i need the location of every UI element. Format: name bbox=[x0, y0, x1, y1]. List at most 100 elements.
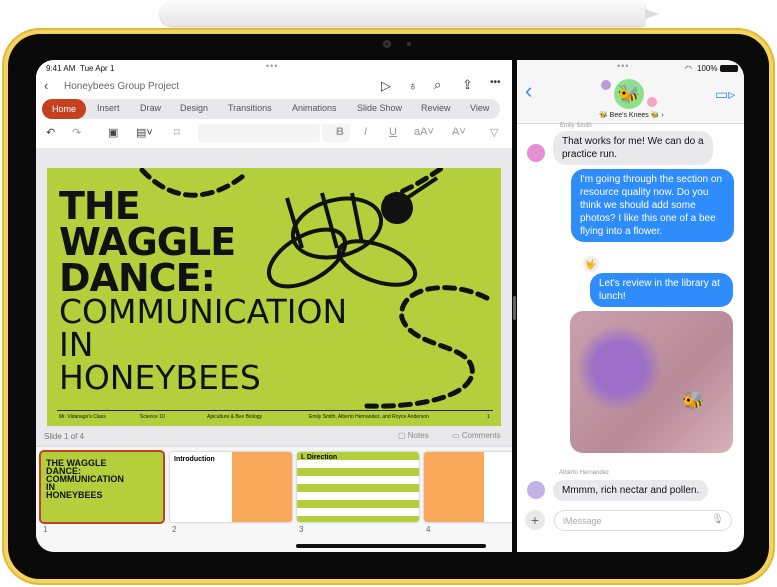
format-painter-icon[interactable]: ⌑ bbox=[174, 126, 180, 139]
thumbnail-2-title: Introduction bbox=[174, 456, 215, 463]
footer-class: Mr. Vidanage's Class bbox=[59, 414, 106, 420]
tab-home[interactable]: Home bbox=[42, 99, 86, 119]
group-name-text: Bee's Knees bbox=[609, 112, 649, 119]
photo-bee-flower[interactable]: 🐝 bbox=[570, 311, 733, 453]
footer-subject: Science 10 bbox=[140, 414, 165, 420]
notes-icon: ▢ bbox=[398, 431, 408, 440]
notes-button[interactable]: ▢ Notes bbox=[398, 431, 429, 440]
split-view-handle[interactable] bbox=[513, 296, 516, 320]
thumbnail-3[interactable]: I. Direction bbox=[297, 452, 419, 522]
thumbnail-number: 3 bbox=[299, 525, 304, 534]
tab-design[interactable]: Design bbox=[180, 103, 208, 113]
reaction-icon: 🤟 bbox=[583, 256, 599, 272]
avatar-alberto bbox=[527, 481, 545, 499]
new-slide-icon[interactable]: ▣ bbox=[108, 126, 118, 139]
group-avatar[interactable]: 🐝 bbox=[614, 79, 644, 109]
avatar-emily bbox=[527, 144, 545, 162]
play-icon[interactable]: ▷ bbox=[381, 78, 391, 94]
apple-pencil bbox=[160, 2, 659, 26]
thumbnail-number: 2 bbox=[172, 525, 177, 534]
tab-transitions[interactable]: Transitions bbox=[228, 103, 272, 113]
tab-view[interactable]: View bbox=[470, 103, 489, 113]
wifi-icon: ◠ bbox=[685, 64, 692, 73]
slide-subtitle-line-2: IN bbox=[59, 325, 94, 364]
multitask-dots[interactable]: ••• bbox=[266, 61, 278, 71]
thumbnail-4[interactable] bbox=[424, 452, 512, 522]
slide-footer: Mr. Vidanage's Class Science 10 Apicultu… bbox=[57, 410, 493, 420]
underline-icon[interactable]: U bbox=[389, 126, 397, 138]
message-bubble[interactable]: That works for me! We can do a practice … bbox=[553, 131, 713, 165]
notes-label: Notes bbox=[407, 431, 429, 440]
message-input[interactable]: iMessage 🎙 bbox=[554, 510, 732, 531]
status-date: Tue Apr 1 bbox=[80, 64, 115, 73]
sender-name: Alberto Hernandez bbox=[559, 470, 610, 476]
font-color-icon[interactable]: A˅ bbox=[452, 126, 466, 138]
slide-title-line-3: DANCE: bbox=[59, 256, 216, 300]
comments-label: Comments bbox=[461, 431, 501, 440]
sender-name: Emily Smith bbox=[560, 123, 592, 129]
font-name-field[interactable] bbox=[198, 124, 320, 142]
font-size-icon[interactable]: aA˅ bbox=[414, 126, 434, 138]
thumbnail-4-panel bbox=[424, 452, 484, 522]
battery-level: 100% bbox=[697, 64, 718, 73]
thumbnail-1-title: THE WAGGLE DANCE: COMMUNICATION IN HONEY… bbox=[46, 458, 124, 500]
layout-icon[interactable]: ▤˅ bbox=[136, 126, 153, 139]
video-call-icon[interactable]: ▭▹ bbox=[715, 86, 735, 103]
footer-authors: Emily Smith, Alberto Hernandez, and Royc… bbox=[309, 414, 429, 420]
powerpoint-app: 9:41 AM Tue Apr 1 ••• ‹ Honeybees Group … bbox=[36, 60, 512, 552]
slide-title-line-2: WAGGLE bbox=[59, 220, 236, 264]
thumbnail-number: 4 bbox=[426, 525, 431, 534]
search-icon[interactable]: ⌕ bbox=[434, 77, 441, 93]
message-input-placeholder: iMessage bbox=[563, 516, 602, 526]
tab-draw[interactable]: Draw bbox=[140, 103, 161, 113]
document-title[interactable]: Honeybees Group Project bbox=[64, 81, 179, 92]
tab-review[interactable]: Review bbox=[421, 103, 451, 113]
bee-in-photo: 🐝 bbox=[682, 391, 705, 411]
dashed-path-top bbox=[139, 168, 250, 198]
thumbnail-1[interactable]: THE WAGGLE DANCE: COMMUNICATION IN HONEY… bbox=[39, 450, 165, 524]
ribbon-tabs: Home Insert Draw Design Transitions Anim… bbox=[42, 99, 500, 119]
member-avatar bbox=[601, 80, 611, 90]
status-time: 9:41 AM bbox=[46, 64, 76, 73]
message-bubble[interactable]: Let's review in the library at lunch! bbox=[590, 273, 733, 307]
more-icon[interactable]: ••• bbox=[490, 77, 501, 88]
dashed-path-right bbox=[364, 285, 490, 409]
tab-insert[interactable]: Insert bbox=[97, 103, 120, 113]
thumbnail-3-title: I. Direction bbox=[301, 454, 338, 461]
bee-body bbox=[290, 196, 384, 260]
slide-subtitle-line-3: HONEYBEES bbox=[59, 358, 261, 397]
comment-icon: ▭ bbox=[452, 431, 462, 440]
tab-animations[interactable]: Animations bbox=[292, 103, 337, 113]
share-icon[interactable]: ⇪ bbox=[462, 77, 473, 93]
member-avatar bbox=[647, 97, 657, 107]
footer-topic: Apiculture & Bee Biology bbox=[207, 414, 263, 420]
sensor-icon bbox=[407, 42, 411, 46]
home-indicator bbox=[296, 544, 486, 548]
slide-title-line-1: THE bbox=[59, 184, 141, 228]
back-icon[interactable]: ‹ bbox=[525, 80, 532, 102]
bold-icon[interactable]: B bbox=[336, 126, 344, 138]
tab-slide-show[interactable]: Slide Show bbox=[357, 103, 402, 113]
thumbnail-2-panel bbox=[232, 452, 292, 522]
slide-counter: Slide 1 of 4 bbox=[44, 432, 85, 441]
message-bubble[interactable]: I'm going through the section on resourc… bbox=[571, 169, 734, 242]
back-icon[interactable]: ‹ bbox=[44, 78, 48, 93]
footer-page: 1 bbox=[487, 414, 490, 420]
group-name[interactable]: 🐝 Bee's Knees 🐝 › bbox=[599, 111, 664, 119]
lightbulb-icon[interactable]: ♁ bbox=[408, 78, 418, 93]
plus-icon[interactable]: + bbox=[525, 510, 545, 530]
multitask-dots[interactable]: ••• bbox=[617, 61, 629, 71]
messages-app: ••• ◠ 100% ‹ 🐝 🐝 Bee's Knees 🐝 › ▭▹ Emil… bbox=[517, 60, 744, 552]
italic-icon[interactable]: I bbox=[364, 126, 367, 138]
undo-icon[interactable]: ↶ bbox=[46, 126, 55, 139]
thumbnail-2[interactable]: Introduction bbox=[170, 452, 292, 522]
microphone-icon[interactable]: 🎙 bbox=[711, 514, 724, 525]
camera-icon bbox=[383, 40, 391, 48]
message-bubble[interactable]: Mmmm, rich nectar and pollen. bbox=[553, 480, 709, 501]
battery-icon bbox=[720, 65, 738, 72]
highlight-icon[interactable]: ▽ bbox=[490, 126, 498, 139]
slide-subtitle-line-1: COMMUNICATION bbox=[59, 292, 348, 331]
redo-icon[interactable]: ↷ bbox=[72, 126, 81, 139]
comments-button[interactable]: ▭ Comments bbox=[452, 431, 500, 440]
slide-1[interactable]: THE WAGGLE DANCE: COMMUNICATION IN HONEY… bbox=[47, 168, 501, 426]
